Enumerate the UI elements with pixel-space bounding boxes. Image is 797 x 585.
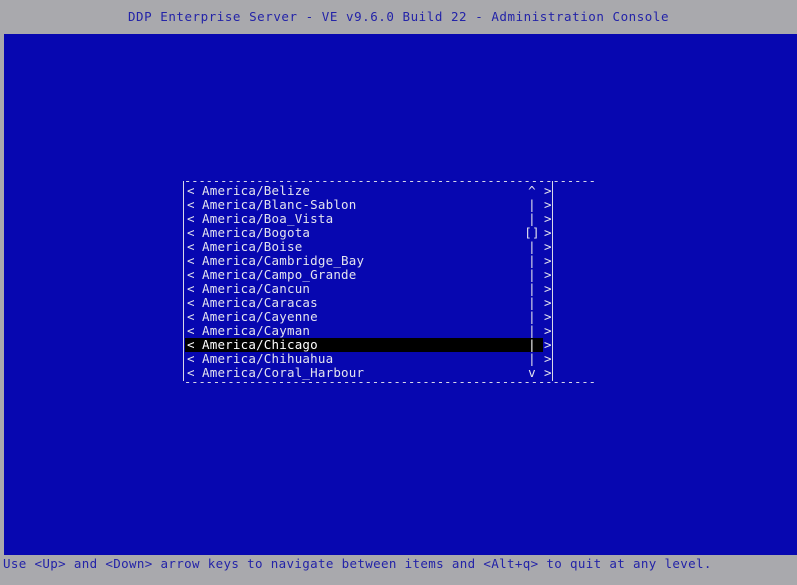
scrollbar-cell[interactable]: [] [522, 226, 542, 240]
timezone-select-dialog[interactable]: ----------------------------------------… [182, 175, 596, 388]
list-item-label: America/Chicago [202, 337, 318, 352]
scrollbar-cell[interactable]: | [522, 254, 542, 268]
scrollbar-cell[interactable]: | [522, 212, 542, 226]
title-bar: DDP Enterprise Server - VE v9.6.0 Build … [0, 0, 797, 33]
list-item[interactable]: < America/Chihuahua | > [185, 351, 552, 366]
list-item[interactable]: < America/Cancun | > [185, 281, 552, 296]
prev-marker-icon[interactable]: < [187, 324, 195, 338]
timezone-list[interactable]: < America/Belize ^ > < America/Blanc-Sablon | >… [185, 183, 552, 380]
status-bar: Use <Up> and <Down> arrow keys to naviga… [0, 555, 797, 585]
prev-marker-icon[interactable]: < [187, 184, 195, 198]
page-title: DDP Enterprise Server - VE v9.6.0 Build … [127, 9, 670, 24]
next-marker-icon[interactable]: > [544, 268, 552, 282]
list-item[interactable]: < America/Campo_Grande | > [185, 267, 552, 282]
scrollbar-cell[interactable]: | [522, 282, 542, 296]
scrollbar-cell[interactable]: | [522, 324, 542, 338]
next-marker-icon[interactable]: > [544, 296, 552, 310]
list-item[interactable]: < America/Boa_Vista | > [185, 211, 552, 226]
console-background: ----------------------------------------… [4, 34, 797, 555]
keyboard-hint-text: Use <Up> and <Down> arrow keys to naviga… [3, 556, 712, 571]
next-marker-icon[interactable]: > [544, 254, 552, 268]
prev-marker-icon[interactable]: < [187, 226, 195, 240]
console-screen: DDP Enterprise Server - VE v9.6.0 Build … [0, 0, 797, 585]
next-marker-icon[interactable]: > [544, 212, 552, 226]
next-marker-icon[interactable]: > [544, 282, 552, 296]
scrollbar-cell[interactable]: | [522, 198, 542, 212]
scrollbar-cell[interactable]: | [522, 352, 542, 366]
scrollbar-cell[interactable]: | [522, 268, 542, 282]
list-item-label: America/Cayman [202, 323, 311, 338]
next-marker-icon[interactable]: > [544, 324, 552, 338]
list-item-label: America/Bogota [202, 225, 311, 240]
list-item-label: America/Cancun [202, 281, 311, 296]
dialog-left-border [183, 181, 184, 381]
prev-marker-icon[interactable]: < [187, 338, 195, 352]
list-item-label: America/Blanc-Sablon [202, 197, 357, 212]
dialog-bottom-border: ----------------------------------------… [184, 375, 596, 389]
list-item[interactable]: < America/Bogota [] > [185, 225, 552, 240]
prev-marker-icon[interactable]: < [187, 282, 195, 296]
prev-marker-icon[interactable]: < [187, 352, 195, 366]
list-item[interactable]: < America/Caracas | > [185, 295, 552, 310]
prev-marker-icon[interactable]: < [187, 254, 195, 268]
list-item[interactable]: < America/Belize ^ > [185, 183, 552, 198]
scrollbar-cell[interactable]: | [522, 338, 542, 352]
list-item-label: America/Boa_Vista [202, 211, 334, 226]
list-item[interactable]: < America/Chicago | > [185, 337, 552, 352]
list-item-label: America/Caracas [202, 295, 318, 310]
next-marker-icon[interactable]: > [544, 184, 552, 198]
list-item[interactable]: < America/Blanc-Sablon | > [185, 197, 552, 212]
next-marker-icon[interactable]: > [544, 352, 552, 366]
next-marker-icon[interactable]: > [544, 240, 552, 254]
prev-marker-icon[interactable]: < [187, 198, 195, 212]
next-marker-icon[interactable]: > [544, 310, 552, 324]
dialog-right-border [552, 181, 553, 381]
list-item-label: America/Cambridge_Bay [202, 253, 365, 268]
list-item-label: America/Campo_Grande [202, 267, 357, 282]
scrollbar-cell[interactable]: | [522, 296, 542, 310]
prev-marker-icon[interactable]: < [187, 268, 195, 282]
list-item-label: America/Cayenne [202, 309, 318, 324]
next-marker-icon[interactable]: > [544, 226, 552, 240]
next-marker-icon[interactable]: > [544, 198, 552, 212]
prev-marker-icon[interactable]: < [187, 310, 195, 324]
list-item[interactable]: < America/Boise | > [185, 239, 552, 254]
scrollbar-cell[interactable]: | [522, 310, 542, 324]
scrollbar-cell[interactable]: ^ [522, 184, 542, 198]
next-marker-icon[interactable]: > [544, 338, 552, 352]
list-item[interactable]: < America/Cambridge_Bay | > [185, 253, 552, 268]
list-item-label: America/Belize [202, 183, 311, 198]
list-item[interactable]: < America/Cayenne | > [185, 309, 552, 324]
prev-marker-icon[interactable]: < [187, 212, 195, 226]
prev-marker-icon[interactable]: < [187, 296, 195, 310]
prev-marker-icon[interactable]: < [187, 240, 195, 254]
list-item-label: America/Chihuahua [202, 351, 334, 366]
list-item[interactable]: < America/Cayman | > [185, 323, 552, 338]
scrollbar-cell[interactable]: | [522, 240, 542, 254]
list-item-label: America/Boise [202, 239, 303, 254]
